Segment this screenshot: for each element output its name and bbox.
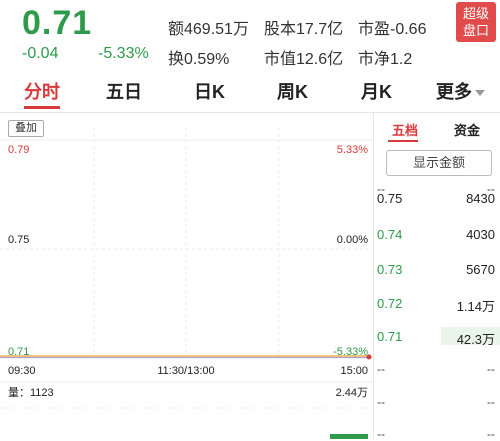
stat-amount: 额469.51万 (168, 21, 249, 38)
tab-weekly-k[interactable]: 周K (277, 78, 308, 104)
level-volume: 5670 (466, 262, 495, 277)
stat-pe: 市盈-0.66 (358, 21, 427, 38)
order-level: 0.74 4030 (374, 223, 500, 245)
tab-daily-k[interactable]: 日K (194, 78, 225, 104)
book-empty: -- (487, 395, 495, 409)
time-end-label: 15:00 (340, 365, 368, 377)
chevron-down-icon (475, 90, 485, 97)
badge-line2: 盘口 (462, 23, 489, 38)
time-mid-label: 11:30/13:00 (157, 365, 214, 377)
book-empty: -- (487, 362, 495, 376)
badge-line1: 超级 (462, 6, 489, 21)
level-price: 0.71 (377, 329, 403, 344)
level-price: 0.73 (377, 262, 403, 277)
volume-bar (330, 434, 368, 439)
order-level: 0.71 42.3万 (374, 325, 500, 347)
intraday-chart[interactable]: 0.79 0.75 0.71 5.33% 0.00% -5.33% 09:30 … (0, 112, 372, 439)
time-start-label: 09:30 (8, 365, 36, 377)
price-mid-label: 0.75 (8, 234, 29, 246)
level-volume: 42.3万 (456, 332, 495, 347)
order-book-panel: 五档 资金 显示金额 -- -- 0.75 8430 0.74 4030 0.7… (373, 112, 500, 441)
tab-intraday[interactable]: 分时 (24, 78, 60, 104)
tab-more-label: 更多 (436, 82, 472, 102)
order-level: 0.73 5670 (374, 258, 500, 280)
stat-turnover: 换0.59% (168, 51, 230, 68)
level-price: 0.72 (377, 296, 403, 311)
volume-max-label: 2.44万 (336, 387, 368, 399)
stat-pb: 市净1.2 (358, 51, 413, 68)
book-tab-indicator (388, 140, 418, 142)
level-volume: 1.14万 (456, 299, 495, 314)
tab-five-day[interactable]: 五日 (106, 78, 142, 104)
super-order-book-button[interactable]: 超级 盘口 (456, 2, 496, 42)
order-level: 0.75 8430 (374, 187, 500, 209)
tab-more[interactable]: 更多 (436, 78, 485, 104)
price-change: -0.04 (22, 45, 59, 62)
price-change-pct: -5.33% (98, 45, 149, 62)
active-tab-indicator (24, 106, 60, 109)
tab-monthly-k[interactable]: 月K (361, 78, 392, 104)
tab-five-levels[interactable]: 五档 (392, 120, 418, 139)
order-level: 0.72 1.14万 (374, 292, 500, 314)
show-amount-button[interactable]: 显示金额 (386, 150, 492, 176)
stat-share-capital: 股本17.7亿 (264, 21, 344, 38)
pct-mid-label: 0.00% (337, 234, 368, 246)
price-high-label: 0.79 (8, 144, 29, 156)
last-price: 0.71 (22, 4, 93, 42)
stat-market-cap: 市值12.6亿 (264, 51, 344, 68)
overlay-button[interactable]: 叠加 (8, 120, 44, 137)
level-price: 0.74 (377, 227, 403, 242)
level-volume: 4030 (466, 227, 495, 242)
level-volume: 8430 (466, 191, 495, 206)
level-price: 0.75 (377, 191, 403, 206)
volume-label: 量：1123 (8, 386, 54, 399)
pct-low-label: -5.33% (333, 346, 368, 358)
price-low-label: 0.71 (8, 346, 29, 358)
pct-high-label: 5.33% (337, 144, 368, 156)
chart-tabs: 分时 五日 日K 周K 月K 更多 (0, 70, 500, 113)
book-empty: -- (377, 395, 385, 409)
tab-funds[interactable]: 资金 (454, 120, 480, 139)
book-empty: -- (377, 362, 385, 376)
